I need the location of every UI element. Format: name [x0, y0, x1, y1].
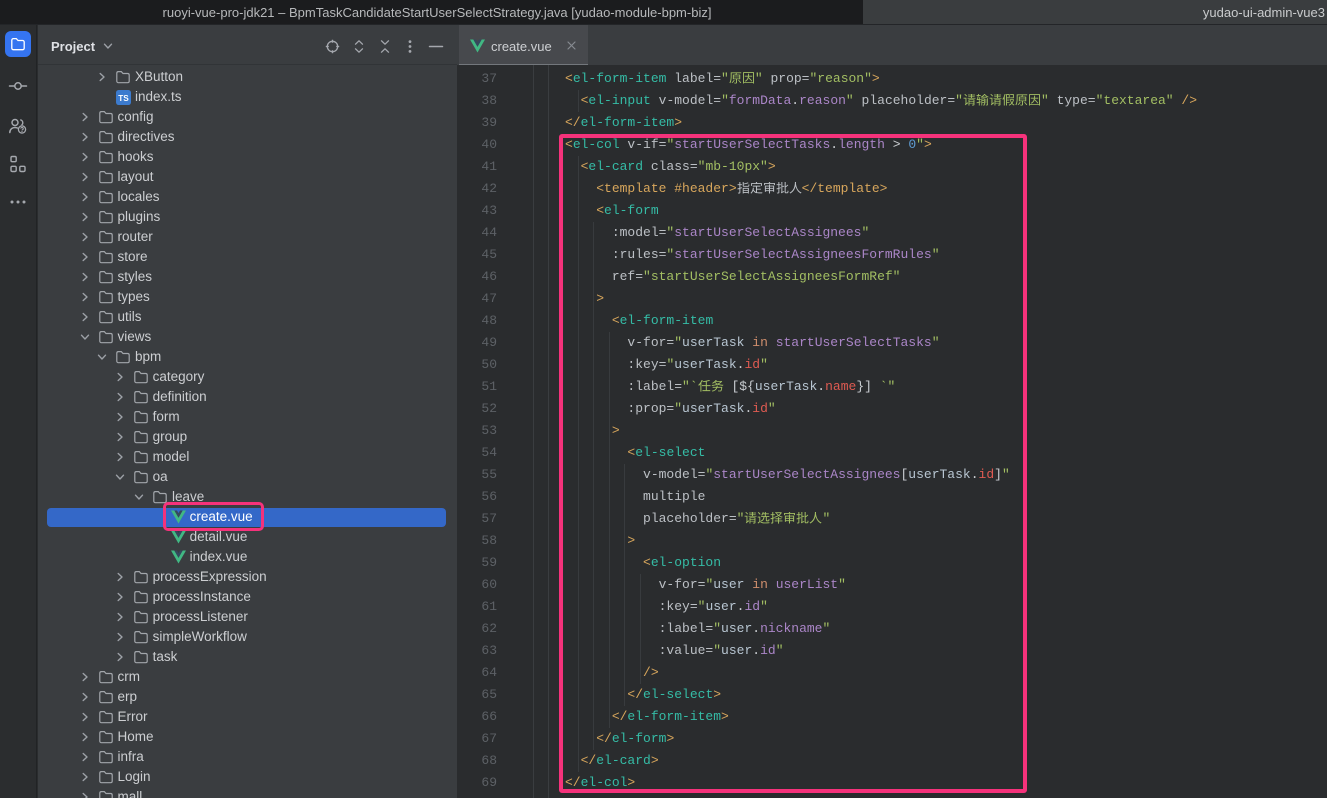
- svg-text:TS: TS: [118, 94, 129, 103]
